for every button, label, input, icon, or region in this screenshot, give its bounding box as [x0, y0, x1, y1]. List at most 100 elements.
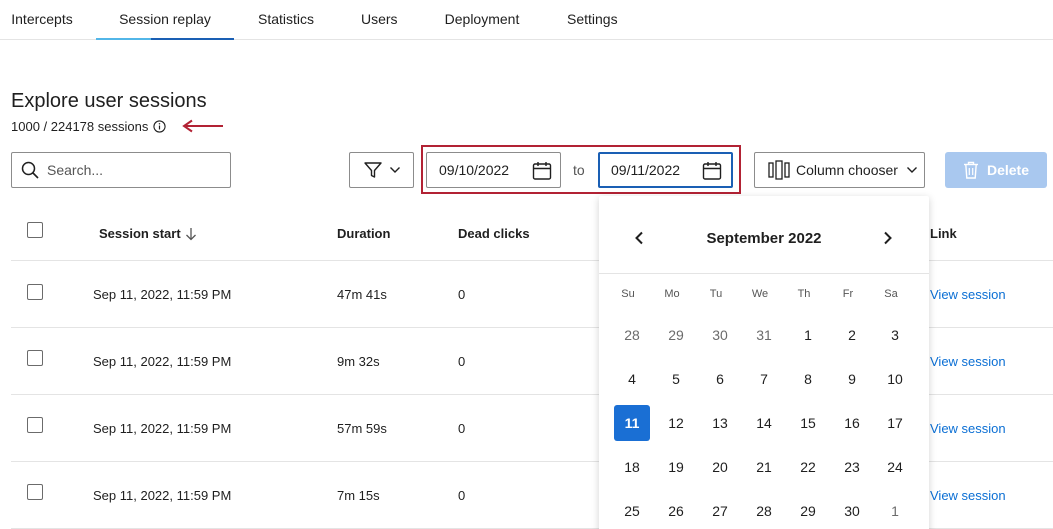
calendar-day[interactable]: 4 [614, 361, 650, 397]
weekday-label: Th [797, 288, 811, 300]
filter-button[interactable] [349, 152, 414, 188]
calendar-day[interactable]: 10 [877, 361, 913, 397]
dead-clicks-cell: 0 [458, 488, 466, 503]
row-checkbox[interactable] [27, 484, 43, 500]
calendar-day[interactable]: 2 [834, 317, 870, 353]
row-checkbox[interactable] [27, 284, 43, 300]
weekday-label: Tu [709, 288, 723, 300]
calendar-day[interactable]: 31 [746, 317, 782, 353]
calendar-day[interactable]: 30 [834, 493, 870, 529]
weekday-label: Mo [664, 288, 680, 300]
date-picker-calendar: September 2022 Su Mo Tu We Th Fr Sa 28 29 30 31 1 2 3… [599, 196, 929, 529]
calendar-day[interactable]: 28 [614, 317, 650, 353]
calendar-day[interactable]: 15 [790, 405, 826, 441]
calendar-day[interactable]: 12 [658, 405, 694, 441]
calendar-day[interactable]: 27 [702, 493, 738, 529]
calendar-day[interactable]: 30 [702, 317, 738, 353]
view-session-link[interactable]: View session [930, 488, 1006, 503]
calendar-day[interactable]: 21 [746, 449, 782, 485]
calendar-day[interactable]: 6 [702, 361, 738, 397]
calendar-day[interactable]: 23 [834, 449, 870, 485]
column-chooser-button[interactable]: Column chooser [754, 152, 925, 188]
column-header-duration[interactable]: Duration [337, 226, 390, 241]
annotation-arrow-icon [182, 119, 223, 133]
session-start-cell: Sep 11, 2022, 11:59 PM [93, 421, 232, 436]
column-header-dead-clicks[interactable]: Dead clicks [458, 226, 530, 241]
tab-session-replay[interactable]: Session replay [96, 0, 234, 40]
calendar-icon[interactable] [532, 161, 552, 181]
column-header-label: Session start [99, 226, 181, 241]
weekday-label: We [751, 288, 769, 300]
calendar-day[interactable]: 1 [790, 317, 826, 353]
column-header-session-start[interactable]: Session start [99, 226, 197, 241]
calendar-header: September 2022 [599, 196, 929, 274]
calendar-day[interactable]: 24 [877, 449, 913, 485]
calendar-day[interactable]: 13 [702, 405, 738, 441]
column-header-link[interactable]: Link [930, 226, 957, 241]
tab-deployment[interactable]: Deployment [444, 0, 520, 40]
weekday-label: Fr [842, 288, 854, 300]
arrow-down-icon [185, 227, 196, 240]
tab-settings[interactable]: Settings [567, 0, 618, 40]
page-title: Explore user sessions [11, 90, 207, 112]
column-chooser-label: Column chooser [796, 162, 898, 178]
date-to-field[interactable]: 09/11/2022 [598, 152, 733, 188]
session-count-text: 1000 / 224178 sessions [11, 119, 149, 134]
columns-icon [768, 160, 790, 180]
weekday-label: Su [621, 288, 635, 300]
trash-icon [963, 161, 978, 179]
calendar-day[interactable]: 11 [614, 405, 650, 441]
chevron-down-icon [389, 167, 400, 173]
dead-clicks-cell: 0 [458, 287, 466, 302]
select-all-checkbox[interactable] [27, 222, 43, 238]
session-start-cell: Sep 11, 2022, 11:59 PM [93, 488, 232, 503]
row-checkbox[interactable] [27, 417, 43, 433]
calendar-day[interactable]: 29 [790, 493, 826, 529]
duration-cell: 57m 59s [337, 421, 387, 436]
filter-icon [363, 162, 382, 178]
calendar-day[interactable]: 14 [746, 405, 782, 441]
calendar-day[interactable]: 20 [702, 449, 738, 485]
delete-label: Delete [986, 162, 1030, 178]
calendar-day[interactable]: 9 [834, 361, 870, 397]
calendar-day[interactable]: 5 [658, 361, 694, 397]
date-range-separator: to [573, 162, 585, 178]
date-from-value: 09/10/2022 [439, 162, 510, 178]
date-from-field[interactable]: 09/10/2022 [426, 152, 561, 188]
calendar-day[interactable]: 7 [746, 361, 782, 397]
calendar-day[interactable]: 29 [658, 317, 694, 353]
calendar-day[interactable]: 19 [658, 449, 694, 485]
duration-cell: 47m 41s [337, 287, 387, 302]
view-session-link[interactable]: View session [930, 354, 1006, 369]
calendar-day[interactable]: 16 [834, 405, 870, 441]
delete-button[interactable]: Delete [945, 152, 1047, 188]
view-session-link[interactable]: View session [930, 287, 1006, 302]
next-month-button[interactable] [878, 229, 898, 247]
search-input[interactable] [47, 162, 217, 178]
row-checkbox[interactable] [27, 350, 43, 366]
top-tab-bar: Intercepts Session replay Statistics Use… [0, 0, 1053, 40]
duration-cell: 9m 32s [337, 354, 380, 369]
calendar-day[interactable]: 3 [877, 317, 913, 353]
dead-clicks-cell: 0 [458, 354, 466, 369]
calendar-day[interactable]: 26 [658, 493, 694, 529]
search-box[interactable] [11, 152, 231, 188]
tab-statistics[interactable]: Statistics [258, 0, 314, 40]
calendar-day[interactable]: 18 [614, 449, 650, 485]
view-session-link[interactable]: View session [930, 421, 1006, 436]
calendar-day[interactable]: 28 [746, 493, 782, 529]
calendar-icon[interactable] [702, 161, 722, 181]
tab-users[interactable]: Users [361, 0, 398, 40]
calendar-day[interactable]: 1 [877, 493, 913, 529]
search-icon [21, 161, 39, 179]
calendar-day[interactable]: 8 [790, 361, 826, 397]
column-header-label: Duration [337, 226, 391, 241]
calendar-day[interactable]: 22 [790, 449, 826, 485]
session-start-cell: Sep 11, 2022, 11:59 PM [93, 287, 232, 302]
calendar-day[interactable]: 25 [614, 493, 650, 529]
calendar-day[interactable]: 17 [877, 405, 913, 441]
weekday-label: Sa [884, 288, 898, 300]
tab-intercepts[interactable]: Intercepts [11, 0, 73, 40]
info-icon[interactable] [153, 120, 166, 133]
chevron-right-icon [884, 231, 892, 245]
